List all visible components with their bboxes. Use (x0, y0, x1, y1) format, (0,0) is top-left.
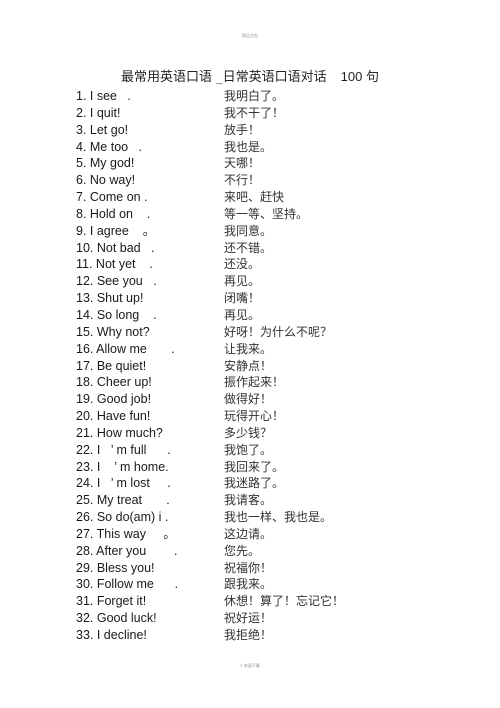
english-phrase: 7. Come on . (76, 190, 148, 205)
chinese-translation: 再见。 (224, 274, 261, 289)
chinese-translation: 让我来。 (224, 341, 273, 356)
english-phrase: 8. Hold on . (76, 206, 151, 221)
chinese-translation: 来吧、赶快 (224, 190, 285, 205)
english-phrase: 19. Good job! (76, 392, 152, 407)
english-phrase: 9. I agree 。 (76, 223, 156, 238)
english-phrase: 6. No way! (76, 173, 136, 188)
chinese-translation: 我请客。 (224, 493, 273, 508)
english-phrase: 25. My treat . (76, 493, 170, 508)
chinese-translation: 我也是。 (224, 139, 273, 154)
english-phrase: 17. Be quiet! (76, 358, 147, 373)
english-phrase: 14. So long . (76, 307, 157, 322)
chinese-translation: 我同意。 (224, 223, 273, 238)
chinese-translation: 祝好运！ (224, 611, 273, 626)
english-phrase: 27. This way 。 (76, 526, 176, 541)
english-phrase: 1. I see . (76, 89, 131, 103)
english-phrase: 3. Let go! (76, 122, 129, 137)
english-phrase: 31. Forget it! (76, 594, 147, 609)
chinese-translation: 玩得开心！ (224, 409, 285, 424)
chinese-translation: 您先。 (224, 543, 261, 558)
english-phrase: 13. Shut up! (76, 291, 144, 306)
chinese-translation: 我也一样、我也是。 (224, 510, 333, 525)
english-phrase: 12. See you . (76, 274, 157, 289)
chinese-translation: 我不干了！ (224, 105, 285, 120)
english-phrase: 22. I ’ m full . (76, 442, 171, 457)
english-phrase: 29. Bless you! (76, 560, 155, 575)
english-phrase: 32. Good luck! (76, 611, 157, 626)
english-phrase: 16. Allow me . (76, 341, 175, 356)
english-phrase: 18. Cheer up! (76, 375, 152, 390)
chinese-translation: 我明白了。 (224, 89, 285, 103)
page-footer: 1 欢迎下载 (240, 663, 260, 668)
english-phrase: 23. I ’ m home. (76, 459, 169, 474)
chinese-translation: 祝福你！ (224, 560, 273, 575)
english-phrase: 20. Have fun! (76, 409, 151, 424)
chinese-translation: 多少钱？ (224, 425, 273, 440)
chinese-translation: 我饱了。 (224, 442, 273, 457)
chinese-translation: 放手！ (224, 122, 261, 137)
chinese-translation: 振作起来！ (224, 375, 285, 390)
english-phrase: 2. I quit! (76, 105, 121, 120)
chinese-translation: 还不错。 (224, 240, 273, 255)
chinese-translation: 跟我来。 (224, 577, 273, 592)
chinese-translation: 休想！算了！忘记它！ (224, 594, 345, 609)
english-phrase: 28. After you . (76, 543, 178, 558)
chinese-translation: 闭嘴！ (224, 291, 261, 306)
english-phrase: 15. Why not? (76, 324, 150, 339)
english-phrase: 21. How much? (76, 425, 163, 440)
english-phrase: 33. I decline! (76, 628, 147, 642)
chinese-translation: 等一等、坚持。 (224, 206, 309, 221)
chinese-translation: 做得好！ (224, 392, 273, 407)
chinese-translation: 我回来了。 (224, 459, 285, 474)
chinese-translation: 这边请。 (224, 526, 273, 541)
english-phrase: 11. Not yet . (76, 257, 153, 272)
english-phrase: 10. Not bad . (76, 240, 155, 255)
english-phrase: 30. Follow me . (76, 577, 179, 592)
document-title: 最常用英语口语 _日常英语口语对话 100 句 (0, 66, 500, 85)
chinese-translation: 不行！ (224, 173, 261, 188)
english-phrase: 24. I ’ m lost . (76, 476, 171, 491)
chinese-translation: 我拒绝！ (224, 628, 273, 642)
chinese-translation: 我迷路了。 (224, 476, 285, 491)
chinese-translation: 再见。 (224, 307, 261, 322)
page-header: 精品文档 (242, 33, 258, 38)
english-phrase: 5. My god! (76, 156, 135, 171)
chinese-translation: 好呀！为什么不呢？ (224, 324, 333, 339)
chinese-translation: 天哪！ (224, 156, 261, 171)
title-main: 最常用英语口语 _日常英语口语对话 (121, 70, 327, 85)
title-count: 100 句 (340, 69, 379, 84)
english-phrase: 4. Me too . (76, 139, 143, 154)
english-phrase: 26. So do(am) i . (76, 510, 169, 525)
chinese-translation: 还没。 (224, 257, 261, 272)
chinese-translation: 安静点！ (224, 358, 273, 373)
